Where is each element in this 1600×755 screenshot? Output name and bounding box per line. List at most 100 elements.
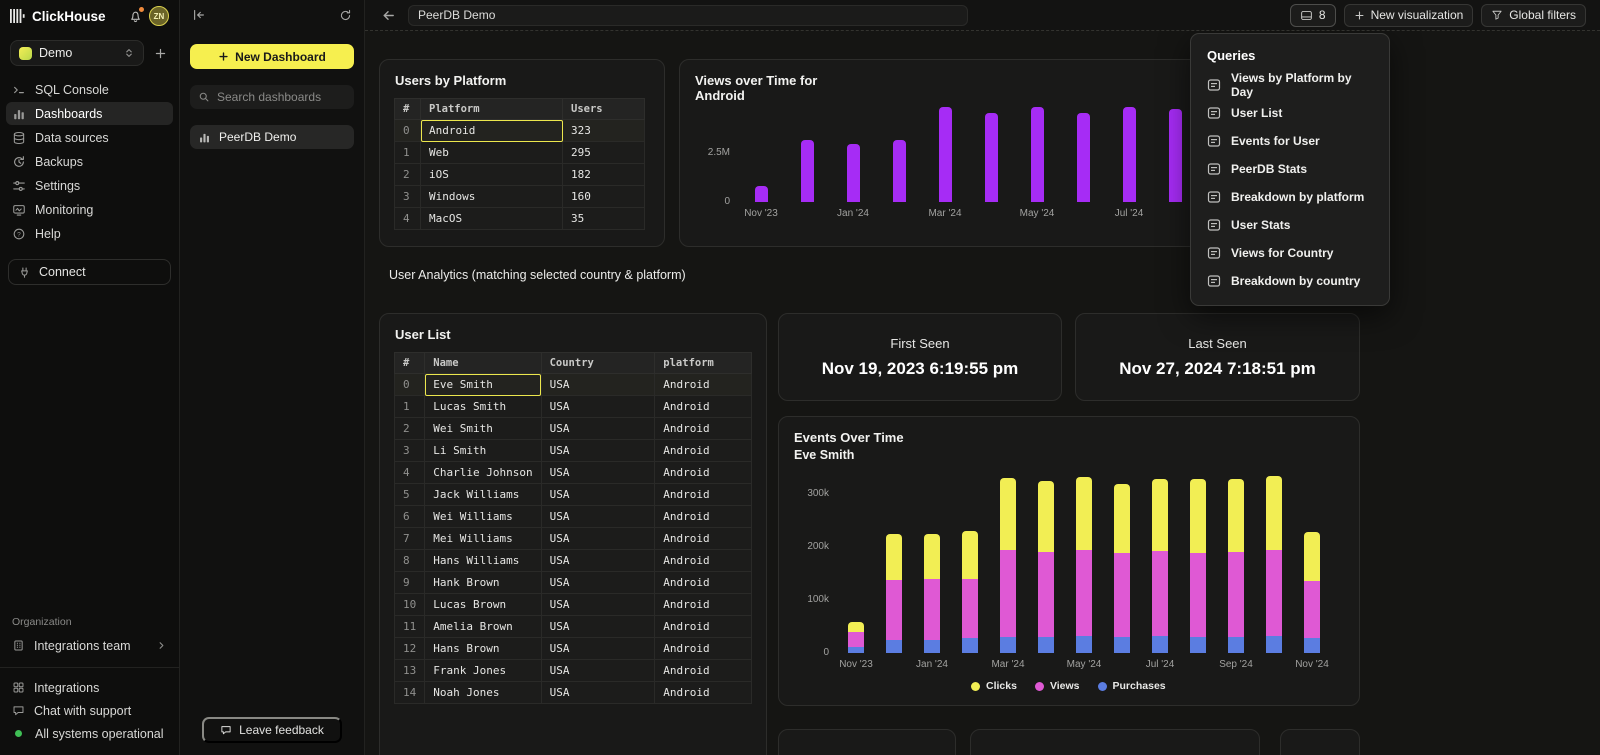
table-row[interactable]: 4Charlie JohnsonUSAAndroid	[395, 462, 752, 484]
global-filters-button[interactable]: Global filters	[1481, 4, 1586, 27]
bar[interactable]	[1266, 476, 1282, 653]
cell[interactable]: Web	[421, 142, 563, 164]
sidebar-item-integrations-team[interactable]: Integrations team	[0, 634, 179, 657]
sidebar-item-settings[interactable]: Settings	[6, 174, 173, 197]
table-row[interactable]: 8Hans WilliamsUSAAndroid	[395, 550, 752, 572]
row-index[interactable]: 0	[395, 120, 421, 142]
bar[interactable]	[1000, 478, 1016, 653]
new-dashboard-button[interactable]: New Dashboard	[190, 44, 354, 69]
new-visualization-button[interactable]: New visualization	[1344, 4, 1474, 27]
sidebar-item-backups[interactable]: Backups	[6, 150, 173, 173]
bar[interactable]	[801, 140, 814, 202]
connect-button[interactable]: Connect	[8, 259, 171, 285]
cell[interactable]: 160	[563, 186, 645, 208]
bar[interactable]	[1190, 479, 1206, 653]
cell[interactable]: Android	[655, 374, 752, 396]
table-row[interactable]: 0Eve SmithUSAAndroid	[395, 374, 752, 396]
table-row[interactable]: 2iOS182	[395, 164, 645, 186]
table-row[interactable]: 3Windows160	[395, 186, 645, 208]
cell[interactable]: MacOS	[421, 208, 563, 230]
cell[interactable]: Android	[655, 638, 752, 660]
query-menu-item[interactable]: User Stats	[1197, 211, 1383, 239]
cell[interactable]: USA	[541, 462, 655, 484]
cell[interactable]: USA	[541, 638, 655, 660]
cell[interactable]: Android	[421, 120, 563, 142]
bar[interactable]	[1114, 484, 1130, 653]
bar[interactable]	[893, 140, 906, 202]
cell[interactable]: Android	[655, 506, 752, 528]
query-menu-item[interactable]: PeerDB Stats	[1197, 155, 1383, 183]
table-row[interactable]: 1Web295	[395, 142, 645, 164]
cell[interactable]: USA	[541, 396, 655, 418]
bar[interactable]	[1152, 479, 1168, 653]
bar[interactable]	[924, 534, 940, 653]
table-row[interactable]: 2Wei SmithUSAAndroid	[395, 418, 752, 440]
cell[interactable]: Wei Smith	[425, 418, 541, 440]
bar[interactable]	[939, 107, 952, 202]
cell[interactable]: USA	[541, 594, 655, 616]
cell[interactable]: 295	[563, 142, 645, 164]
cell[interactable]: Android	[655, 528, 752, 550]
sidebar-item-dashboards[interactable]: Dashboards	[6, 102, 173, 125]
bar[interactable]	[1038, 481, 1054, 653]
cell[interactable]: Lucas Smith	[425, 396, 541, 418]
cell[interactable]: Android	[655, 462, 752, 484]
query-menu-item[interactable]: Views by Platform by Day	[1197, 71, 1383, 99]
bar[interactable]	[1031, 107, 1044, 202]
add-service-button[interactable]	[152, 45, 169, 62]
legend-item[interactable]: Clicks	[971, 680, 1017, 692]
notifications-bell-icon[interactable]	[128, 9, 143, 24]
cell[interactable]: 35	[563, 208, 645, 230]
leave-feedback-button[interactable]: Leave feedback	[202, 717, 342, 743]
cell[interactable]: Android	[655, 440, 752, 462]
sidebar-item-monitoring[interactable]: Monitoring	[6, 198, 173, 221]
table-row[interactable]: 14Noah JonesUSAAndroid	[395, 682, 752, 704]
row-index[interactable]: 2	[395, 164, 421, 186]
row-index[interactable]: 0	[395, 374, 425, 396]
row-index[interactable]: 3	[395, 440, 425, 462]
cell[interactable]: USA	[541, 374, 655, 396]
cell[interactable]: Android	[655, 550, 752, 572]
cell[interactable]: USA	[541, 506, 655, 528]
row-index[interactable]: 1	[395, 142, 421, 164]
table-row[interactable]: 10Lucas BrownUSAAndroid	[395, 594, 752, 616]
cell[interactable]: 182	[563, 164, 645, 186]
sidebar-item-sql-console[interactable]: SQL Console	[6, 78, 173, 101]
cell[interactable]: 323	[563, 120, 645, 142]
row-index[interactable]: 12	[395, 638, 425, 660]
cell[interactable]: Android	[655, 418, 752, 440]
sidebar-item-data-sources[interactable]: Data sources	[6, 126, 173, 149]
row-index[interactable]: 6	[395, 506, 425, 528]
cell[interactable]: USA	[541, 484, 655, 506]
cell[interactable]: Android	[655, 484, 752, 506]
bar[interactable]	[1123, 107, 1136, 202]
row-index[interactable]: 10	[395, 594, 425, 616]
row-index[interactable]: 3	[395, 186, 421, 208]
cell[interactable]: USA	[541, 660, 655, 682]
row-index[interactable]: 4	[395, 208, 421, 230]
queries-count-button[interactable]: 8	[1290, 4, 1336, 27]
system-status-item[interactable]: All systems operational	[0, 722, 179, 745]
query-menu-item[interactable]: Views for Country	[1197, 239, 1383, 267]
cell[interactable]: Windows	[421, 186, 563, 208]
cell[interactable]: Jack Williams	[425, 484, 541, 506]
cell[interactable]: USA	[541, 418, 655, 440]
legend-item[interactable]: Purchases	[1098, 680, 1166, 692]
collapse-panel-button[interactable]	[190, 6, 208, 24]
query-menu-item[interactable]: Events for User	[1197, 127, 1383, 155]
cell[interactable]: Amelia Brown	[425, 616, 541, 638]
row-index[interactable]: 7	[395, 528, 425, 550]
sidebar-item-help[interactable]: ? Help	[6, 222, 173, 245]
cell[interactable]: Android	[655, 572, 752, 594]
table-row[interactable]: 12Hans BrownUSAAndroid	[395, 638, 752, 660]
row-index[interactable]: 14	[395, 682, 425, 704]
cell[interactable]: USA	[541, 550, 655, 572]
table-row[interactable]: 7Mei WilliamsUSAAndroid	[395, 528, 752, 550]
row-index[interactable]: 9	[395, 572, 425, 594]
table-row[interactable]: 11Amelia BrownUSAAndroid	[395, 616, 752, 638]
cell[interactable]: Hans Brown	[425, 638, 541, 660]
cell[interactable]: USA	[541, 572, 655, 594]
cell[interactable]: Noah Jones	[425, 682, 541, 704]
bar[interactable]	[1169, 109, 1182, 202]
row-index[interactable]: 13	[395, 660, 425, 682]
